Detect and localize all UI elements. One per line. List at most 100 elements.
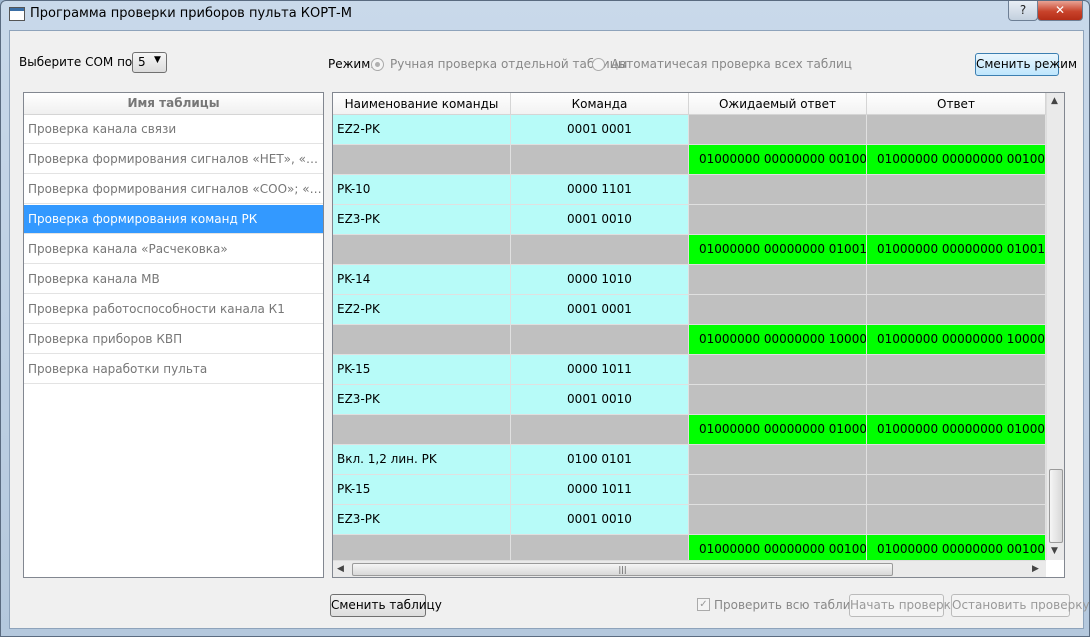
table-cell-expected[interactable]: 01000000 00000000 00100000: [689, 145, 867, 175]
mode-manual-radio[interactable]: [371, 58, 384, 71]
horizontal-scroll-thumb[interactable]: |||: [352, 563, 893, 576]
table-cell-name[interactable]: PK-10: [333, 175, 511, 205]
table-cell-answer[interactable]: [867, 295, 1046, 325]
table-cell-expected[interactable]: 01000000 00000000 01000010: [689, 415, 867, 445]
table-cell-command[interactable]: 0001 0001: [511, 115, 689, 145]
vertical-scrollbar[interactable]: ▲ ▼: [1046, 93, 1064, 560]
table-cell-command[interactable]: 0001 0001: [511, 295, 689, 325]
table-list-item[interactable]: Проверка канала связи: [24, 115, 323, 144]
table-cell-expected[interactable]: [689, 385, 867, 415]
app-icon: [9, 7, 25, 21]
table-cell-name[interactable]: [333, 235, 511, 265]
table-cell-answer[interactable]: 01000000 00000000 10000000: [867, 325, 1046, 355]
table-cell-answer[interactable]: [867, 445, 1046, 475]
table-cell-name[interactable]: EZ3-PK: [333, 385, 511, 415]
table-list-item[interactable]: Проверка работоспособности канала К1: [24, 295, 323, 324]
mode-label: Режим:: [328, 57, 375, 71]
help-button[interactable]: ?: [1008, 1, 1038, 21]
table-cell-name[interactable]: EZ3-PK: [333, 205, 511, 235]
start-check-button[interactable]: Начать проверку: [849, 594, 958, 617]
chevron-down-icon: ▼: [154, 55, 161, 65]
table-cell-expected[interactable]: [689, 505, 867, 535]
scroll-right-icon[interactable]: ▶: [1032, 564, 1039, 574]
check-all-label: Проверить всю таблицу: [714, 598, 866, 612]
column-header-expected[interactable]: Ожидаемый ответ: [689, 93, 867, 115]
check-all-checkbox[interactable]: ✓: [697, 598, 710, 611]
table-cell-answer[interactable]: [867, 355, 1046, 385]
table-cell-command[interactable]: 0001 0010: [511, 385, 689, 415]
table-cell-expected[interactable]: [689, 265, 867, 295]
tables-list-header: Имя таблицы: [24, 93, 323, 115]
close-button[interactable]: ✕: [1037, 1, 1083, 21]
table-cell-command[interactable]: 0000 1011: [511, 475, 689, 505]
table-cell-expected[interactable]: 01000000 00000000 01001000: [689, 235, 867, 265]
table-cell-command[interactable]: 0001 0010: [511, 505, 689, 535]
column-header-answer[interactable]: Ответ: [867, 93, 1046, 115]
table-list-item[interactable]: Проверка формирования команд РК: [24, 205, 323, 234]
column-header-command[interactable]: Команда: [511, 93, 689, 115]
tables-list: Имя таблицы Проверка канала связи Проверк…: [23, 92, 324, 578]
table-cell-name[interactable]: EZ2-PK: [333, 295, 511, 325]
table-cell-command[interactable]: [511, 145, 689, 175]
table-cell-answer[interactable]: 01000000 00000000 01000010: [867, 415, 1046, 445]
table-cell-command[interactable]: [511, 325, 689, 355]
table-cell-expected[interactable]: 01000000 00000000 10000000: [689, 325, 867, 355]
table-cell-command[interactable]: 0000 1010: [511, 265, 689, 295]
change-mode-button[interactable]: Сменить режим: [975, 53, 1077, 76]
table-cell-name[interactable]: PK-15: [333, 355, 511, 385]
table-cell-expected[interactable]: [689, 175, 867, 205]
table-list-item[interactable]: Проверка канала МВ: [24, 265, 323, 294]
table-cell-expected[interactable]: [689, 295, 867, 325]
table-cell-name[interactable]: EZ2-PK: [333, 115, 511, 145]
table-cell-answer[interactable]: [867, 475, 1046, 505]
table-cell-name[interactable]: [333, 415, 511, 445]
title-bar[interactable]: Программа проверки приборов пульта КОРТ-…: [1, 1, 1089, 29]
table-list-item[interactable]: Проверка формирования сигналов «НЕТ», «Н…: [24, 145, 323, 174]
table-cell-expected[interactable]: [689, 205, 867, 235]
table-cell-command[interactable]: [511, 415, 689, 445]
column-header-name[interactable]: Наименование команды: [333, 93, 511, 115]
table-cell-name[interactable]: EZ3-PK: [333, 505, 511, 535]
table-cell-command[interactable]: 0100 0101: [511, 445, 689, 475]
commands-table: Наименование команды Команда Ожидаемый о…: [332, 92, 1065, 578]
window-title: Программа проверки приборов пульта КОРТ-…: [30, 6, 352, 21]
table-list-item[interactable]: Проверка наработки пульта: [24, 355, 323, 384]
table-cell-name[interactable]: PK-14: [333, 265, 511, 295]
mode-auto-label: Автоматичесая проверка всех таблиц: [611, 57, 852, 71]
table-cell-answer[interactable]: [867, 205, 1046, 235]
table-cell-answer[interactable]: [867, 115, 1046, 145]
client-area: Выберите COM порт: 5 ▼ Режим: Ручная про…: [9, 30, 1089, 629]
table-cell-name[interactable]: Вкл. 1,2 лин. PK: [333, 445, 511, 475]
change-table-button[interactable]: Сменить таблицу: [330, 594, 442, 617]
com-port-select[interactable]: 5 ▼: [132, 52, 167, 73]
table-list-item[interactable]: Проверка формирования сигналов «СОО»; «З…: [24, 175, 323, 204]
table-cell-answer[interactable]: [867, 265, 1046, 295]
scroll-left-icon[interactable]: ◀: [337, 564, 344, 574]
stop-check-button[interactable]: Остановить проверку: [951, 594, 1089, 617]
scroll-up-icon[interactable]: ▲: [1051, 96, 1058, 106]
table-cell-name[interactable]: [333, 145, 511, 175]
table-cell-command[interactable]: [511, 235, 689, 265]
table-list-item[interactable]: Проверка канала «Расчековка»: [24, 235, 323, 264]
table-cell-name[interactable]: PK-15: [333, 475, 511, 505]
scroll-down-icon[interactable]: ▼: [1051, 546, 1058, 556]
table-cell-answer[interactable]: 01000000 00000000 01001000: [867, 235, 1046, 265]
table-cell-expected[interactable]: [689, 445, 867, 475]
table-cell-answer[interactable]: [867, 505, 1046, 535]
table-cell-command[interactable]: 0000 1101: [511, 175, 689, 205]
table-cell-answer[interactable]: [867, 385, 1046, 415]
table-cell-command[interactable]: 0000 1011: [511, 355, 689, 385]
vertical-scroll-thumb[interactable]: [1049, 469, 1063, 543]
table-list-item[interactable]: Проверка приборов КВП: [24, 325, 323, 354]
table-cell-name[interactable]: [333, 325, 511, 355]
horizontal-scrollbar[interactable]: ◀ ||| ▶: [333, 560, 1046, 577]
table-cell-answer[interactable]: 01000000 00000000 00100000: [867, 145, 1046, 175]
table-cell-command[interactable]: 0001 0010: [511, 205, 689, 235]
table-cell-answer[interactable]: [867, 175, 1046, 205]
mode-auto-radio[interactable]: [592, 58, 605, 71]
table-cell-expected[interactable]: [689, 475, 867, 505]
table-cell-expected[interactable]: [689, 355, 867, 385]
table-cell-expected[interactable]: [689, 115, 867, 145]
main-window: Программа проверки приборов пульта КОРТ-…: [0, 0, 1090, 637]
com-port-value: 5: [138, 55, 146, 69]
